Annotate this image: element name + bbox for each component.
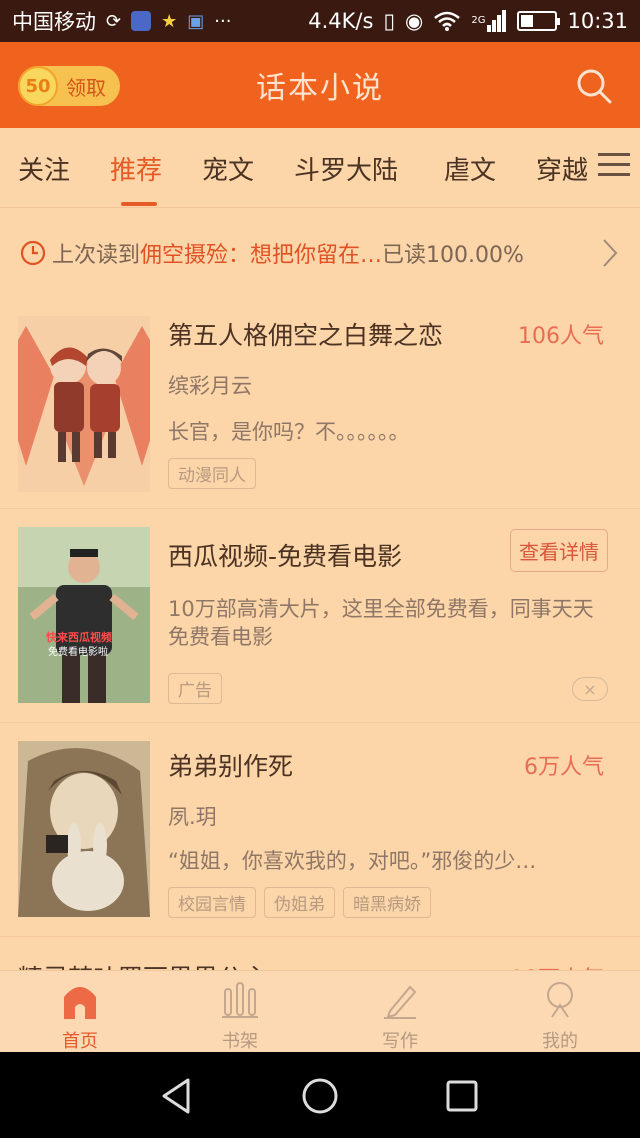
view-details-button[interactable]: 查看详情 [510,529,608,572]
search-icon[interactable] [574,66,614,106]
nav-label: 我的 [542,1031,578,1052]
tab-pet-novels[interactable]: 宠文 [202,150,254,187]
ad-cover: 快来西瓜视频 免费看电影啦 [18,527,150,703]
carrier-name: 中国移动 [12,10,96,34]
ad-tags: 广告 [168,673,222,704]
star-app-icon: ★ [161,10,178,32]
nav-label: 首页 [62,1031,98,1052]
ad-card[interactable]: 快来西瓜视频 免费看电影啦 西瓜视频-免费看电影 查看详情 10万部高清大片，这… [0,508,640,722]
app-header: 50 领取 话本小说 [0,42,640,128]
profile-icon [547,982,573,1018]
nav-label: 书架 [222,1031,258,1052]
nav-bookshelf[interactable]: 书架 [200,971,280,1053]
video-app-icon: ▣ [187,10,205,32]
pen-icon [384,985,417,1019]
battery-icon [517,11,561,31]
book-tags: 校园言情 伪姐弟 暗黑病娇 [168,887,431,918]
network-type: 2G [471,15,486,26]
location-app-icon [131,11,152,31]
eye-icon: ◉ [405,9,424,33]
book-tags: 动漫同人 [168,458,256,489]
book-description: 长官，是你吗？不。。。。。。 [168,420,410,444]
tab-follow[interactable]: 关注 [18,150,70,187]
book-author: 缤彩月云 [168,374,252,398]
coin-value: 50 [25,75,51,97]
nav-write[interactable]: 写作 [360,971,440,1053]
tab-douluo[interactable]: 斗罗大陆 [294,150,398,187]
coin-icon: 50 [18,66,58,106]
clock-icon [20,240,46,266]
book-popularity: 106人气 [518,324,604,349]
recent-book-title: 佣空摄殓：想把你留在… [140,243,383,268]
tab-sad-novels[interactable]: 虐文 [444,150,496,187]
book-card[interactable]: 弟弟别作死 6万人气 夙.玥 “姐姐，你喜欢我的，对吧。”邪俊的少… 校园言情 … [0,722,640,936]
active-tab-indicator [121,202,157,206]
book-popularity: 6万人气 [524,755,604,780]
tab-recommend[interactable]: 推荐 [110,150,162,187]
book-tag[interactable]: 暗黑病娇 [343,887,431,918]
category-tabs: 关注 推荐 宠文 斗罗大陆 虐文 穿越 [0,128,640,208]
book-description: “姐姐，你喜欢我的，对吧。”邪俊的少… [168,849,537,873]
book-card[interactable]: 第五人格佣空之白舞之恋 106人气 缤彩月云 长官，是你吗？不。。。。。。 动漫… [0,298,640,508]
nav-home[interactable]: 首页 [40,971,120,1053]
menu-icon[interactable] [598,152,630,178]
network-speed: 4.4K/s [308,9,374,33]
home-icon [64,987,96,1019]
book-author: 夙.玥 [168,805,217,829]
system-navigation-bar [0,1052,640,1138]
clock-time: 10:31 [567,9,628,33]
wifi-icon [434,11,461,31]
ad-title: 西瓜视频-免费看电影 [168,542,403,571]
nav-label: 写作 [382,1031,418,1052]
recent-apps-icon[interactable] [440,1074,484,1118]
bottom-navigation: 首页 书架 写作 我的 [0,970,640,1052]
ad-tag: 广告 [168,673,222,704]
claim-coins-button[interactable]: 50 领取 [18,66,120,106]
main-content: 关注 推荐 宠文 斗罗大陆 虐文 穿越 上次读到 佣空摄殓：想把你留在… 已读1… [0,128,640,1052]
book-tag[interactable]: 伪姐弟 [264,887,335,918]
book-tag[interactable]: 校园言情 [168,887,256,918]
chevron-right-icon [603,239,618,267]
app-title: 话本小说 [256,71,384,106]
claim-label: 领取 [66,75,106,100]
book-title: 弟弟别作死 [168,752,294,781]
sync-icon: ⟳ [106,10,122,32]
close-ad-icon[interactable]: × [572,677,608,701]
book-cover [18,316,150,492]
home-circle-icon[interactable] [298,1074,342,1118]
recent-prefix: 上次读到 [52,243,141,268]
recent-progress: 已读100.00% [382,243,524,268]
ad-cover-caption: 免费看电影啦 [48,647,108,658]
tab-time-travel[interactable]: 穿越 [536,150,588,187]
signal-icon [487,10,507,32]
vibrate-icon: ▯ [383,9,396,33]
status-bar: 中国移动 ⟳ ★ ▣ ··· 4.4K/s ▯ ◉ 2G 10:31 [0,0,640,42]
continue-reading-bar[interactable]: 上次读到 佣空摄殓：想把你留在… 已读100.00% [0,208,640,298]
ad-description: 10万部高清大片，这里全部免费看，同事天天免费看电影 [168,597,594,649]
more-dots-icon: ··· [214,10,232,32]
bookshelf-icon [222,982,258,1018]
nav-profile[interactable]: 我的 [520,971,600,1053]
book-tag[interactable]: 动漫同人 [168,458,256,489]
book-title: 第五人格佣空之白舞之恋 [168,321,444,350]
book-cover [18,741,150,917]
back-icon[interactable] [156,1074,200,1118]
